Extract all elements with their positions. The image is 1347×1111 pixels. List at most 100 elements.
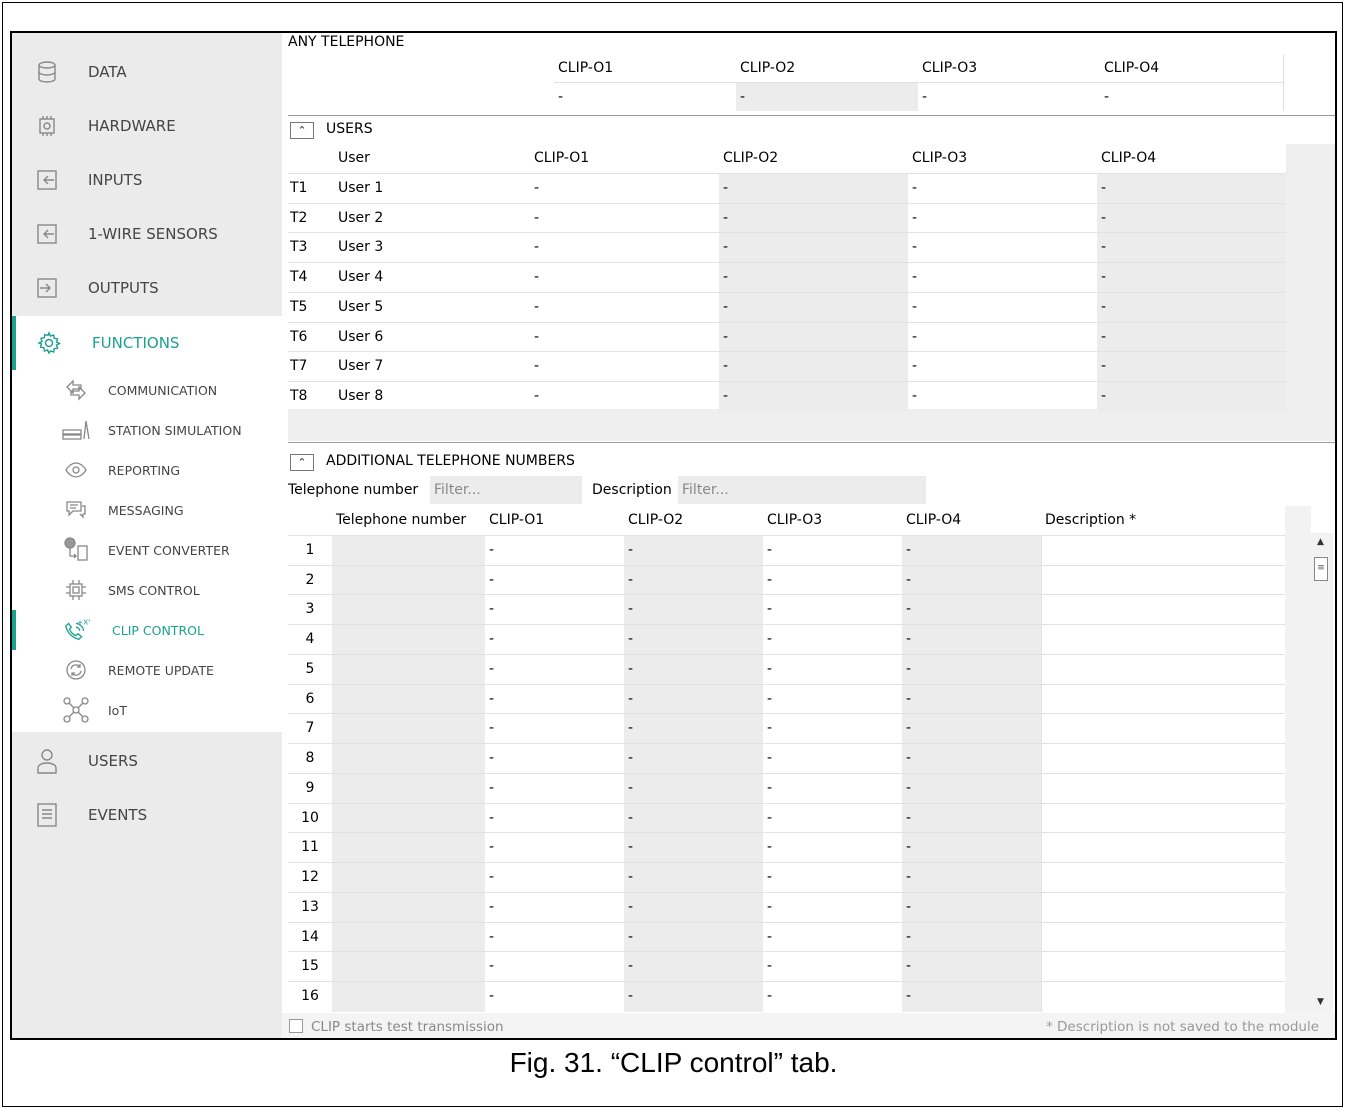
additional-clip-cell[interactable]: - — [624, 595, 763, 626]
additional-clip-cell[interactable]: - — [485, 833, 624, 863]
description-cell[interactable] — [1041, 922, 1285, 953]
sidebar-item-inputs[interactable]: INPUTS — [12, 153, 282, 207]
additional-clip-cell[interactable]: - — [624, 654, 763, 685]
additional-clip-cell[interactable]: - — [902, 535, 1041, 566]
users-clip-cell[interactable]: - — [908, 263, 1097, 293]
users-clip-cell[interactable]: - — [530, 233, 719, 263]
users-clip-cell[interactable]: - — [530, 293, 719, 323]
description-cell[interactable] — [1041, 565, 1285, 596]
additional-clip-cell[interactable]: - — [485, 804, 624, 834]
users-clip-cell[interactable]: - — [908, 323, 1097, 353]
users-clip-cell[interactable]: - — [908, 352, 1097, 382]
additional-collapse-button[interactable]: ⌃ — [290, 454, 314, 471]
users-clip-cell[interactable]: - — [908, 382, 1097, 412]
users-clip-cell[interactable]: - — [1097, 352, 1286, 383]
additional-clip-cell[interactable]: - — [485, 774, 624, 804]
telephone-number-cell[interactable] — [332, 863, 485, 893]
telephone-number-cell[interactable] — [332, 565, 485, 596]
submenu-item-remote-update[interactable]: REMOTE UPDATE — [12, 650, 282, 690]
telephone-number-cell[interactable] — [332, 833, 485, 864]
additional-clip-cell[interactable]: - — [485, 952, 624, 982]
users-clip-cell[interactable]: - — [530, 352, 719, 382]
additional-clip-cell[interactable]: - — [485, 566, 624, 596]
description-cell[interactable] — [1041, 773, 1285, 804]
users-collapse-button[interactable]: ⌃ — [290, 122, 314, 139]
users-clip-cell[interactable]: - — [1097, 173, 1286, 204]
description-cell[interactable] — [1041, 803, 1285, 834]
description-cell[interactable] — [1041, 892, 1285, 923]
additional-clip-cell[interactable]: - — [624, 982, 763, 1012]
additional-clip-cell[interactable]: - — [902, 565, 1041, 596]
any-telephone-clip-o3-cell[interactable]: - — [918, 83, 1100, 111]
users-clip-cell[interactable]: - — [908, 233, 1097, 263]
submenu-item-clip-control[interactable]: +XYZ CLIP CONTROL — [12, 610, 282, 650]
users-clip-cell[interactable]: - — [908, 204, 1097, 234]
filter-description-input[interactable]: Filter... — [678, 476, 926, 504]
description-cell[interactable] — [1041, 982, 1285, 1012]
description-cell[interactable] — [1041, 535, 1285, 566]
users-clip-cell[interactable]: - — [908, 174, 1097, 204]
users-clip-cell[interactable]: - — [530, 174, 719, 204]
telephone-number-cell[interactable] — [332, 654, 485, 685]
users-clip-cell[interactable]: - — [1097, 233, 1286, 264]
additional-clip-cell[interactable]: - — [902, 922, 1041, 953]
sidebar-item-events[interactable]: EVENTS — [12, 788, 282, 842]
sidebar-item-users[interactable]: USERS — [12, 734, 282, 788]
telephone-number-cell[interactable] — [332, 952, 485, 983]
telephone-number-cell[interactable] — [332, 625, 485, 655]
additional-clip-cell[interactable]: - — [763, 714, 902, 744]
additional-clip-cell[interactable]: - — [624, 833, 763, 864]
users-clip-cell[interactable]: - — [719, 292, 908, 323]
additional-clip-cell[interactable]: - — [902, 684, 1041, 715]
description-cell[interactable] — [1041, 952, 1285, 983]
description-cell[interactable] — [1041, 744, 1285, 774]
users-clip-cell[interactable]: - — [719, 382, 908, 412]
users-clip-cell[interactable]: - — [530, 263, 719, 293]
sidebar-item-data[interactable]: DATA — [12, 45, 282, 99]
additional-clip-cell[interactable]: - — [763, 774, 902, 804]
scroll-down-arrow-icon[interactable]: ▼ — [1317, 997, 1324, 1007]
additional-clip-cell[interactable]: - — [902, 892, 1041, 923]
description-cell[interactable] — [1041, 654, 1285, 685]
additional-clip-cell[interactable]: - — [763, 685, 902, 715]
additional-clip-cell[interactable]: - — [624, 892, 763, 923]
additional-clip-cell[interactable]: - — [485, 595, 624, 625]
description-cell[interactable] — [1041, 863, 1285, 893]
vertical-scrollbar[interactable]: ▲ ≡ ▼ — [1311, 533, 1333, 1013]
additional-clip-cell[interactable]: - — [902, 744, 1041, 774]
additional-clip-cell[interactable]: - — [624, 922, 763, 953]
additional-clip-cell[interactable]: - — [902, 803, 1041, 834]
users-clip-cell[interactable]: - — [719, 233, 908, 264]
additional-clip-cell[interactable]: - — [763, 952, 902, 982]
telephone-number-cell[interactable] — [332, 714, 485, 745]
description-cell[interactable] — [1041, 595, 1285, 626]
additional-clip-cell[interactable]: - — [763, 595, 902, 625]
sidebar-item-1-wire-sensors[interactable]: 1-WIRE SENSORS — [12, 207, 282, 261]
additional-clip-cell[interactable]: - — [485, 685, 624, 715]
users-clip-cell[interactable]: - — [908, 293, 1097, 323]
telephone-number-cell[interactable] — [332, 803, 485, 834]
telephone-number-cell[interactable] — [332, 892, 485, 923]
additional-clip-cell[interactable]: - — [485, 536, 624, 566]
additional-clip-cell[interactable]: - — [485, 923, 624, 953]
submenu-item-event-converter[interactable]: EVENT CONVERTER — [12, 530, 282, 570]
submenu-item-communication[interactable]: COMMUNICATION — [12, 370, 282, 410]
additional-clip-cell[interactable]: - — [485, 893, 624, 923]
telephone-number-cell[interactable] — [332, 684, 485, 715]
clip-test-transmission-checkbox[interactable] — [289, 1019, 303, 1033]
users-clip-cell[interactable]: - — [719, 263, 908, 293]
users-clip-cell[interactable]: - — [719, 173, 908, 204]
additional-clip-cell[interactable]: - — [763, 804, 902, 834]
additional-clip-cell[interactable]: - — [624, 625, 763, 655]
additional-clip-cell[interactable]: - — [763, 833, 902, 863]
scroll-up-arrow-icon[interactable]: ▲ — [1317, 537, 1324, 547]
additional-clip-cell[interactable]: - — [763, 744, 902, 774]
submenu-item-station-simulation[interactable]: STATION SIMULATION — [12, 410, 282, 450]
telephone-number-cell[interactable] — [332, 595, 485, 626]
additional-clip-cell[interactable]: - — [763, 655, 902, 685]
telephone-number-cell[interactable] — [332, 773, 485, 804]
additional-clip-cell[interactable]: - — [902, 952, 1041, 983]
users-clip-cell[interactable]: - — [719, 322, 908, 353]
additional-clip-cell[interactable]: - — [624, 863, 763, 893]
users-clip-cell[interactable]: - — [1097, 322, 1286, 353]
